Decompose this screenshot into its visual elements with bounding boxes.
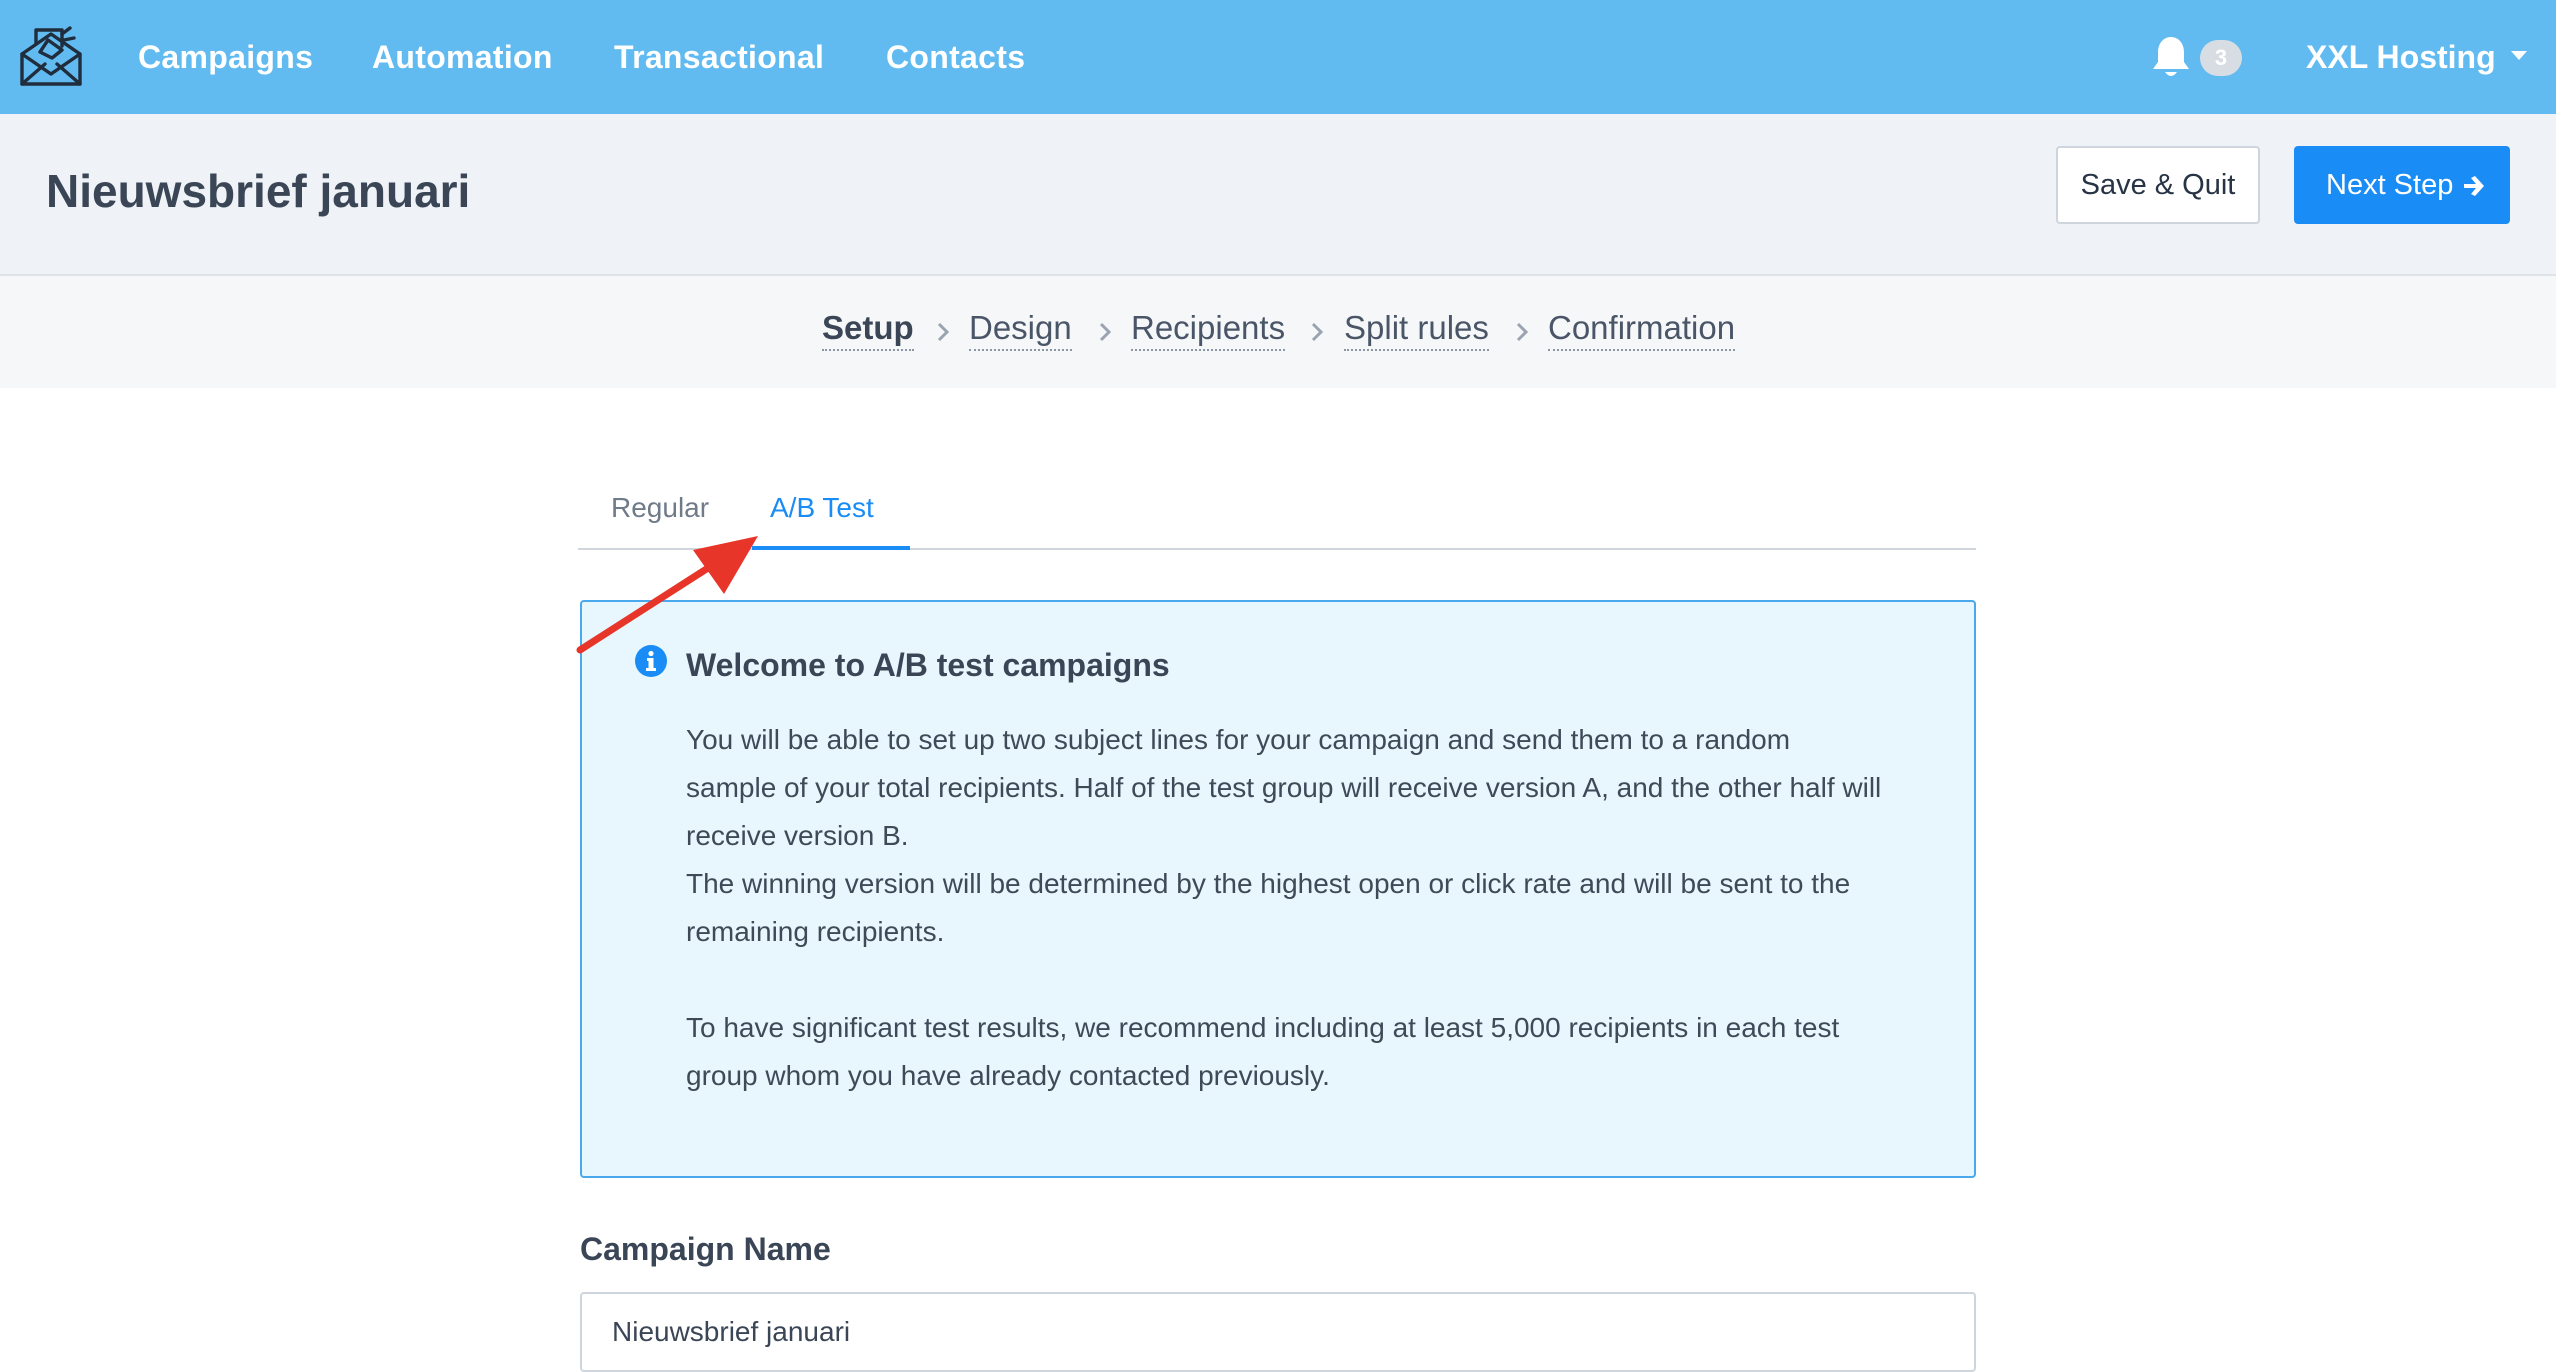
chevron-down-icon[interactable] — [2510, 50, 2528, 62]
notification-count-badge[interactable]: 3 — [2200, 40, 2242, 76]
next-step-button[interactable]: Next Step — [2294, 146, 2510, 224]
chevron-right-icon — [1311, 322, 1323, 342]
step-design[interactable]: Design — [969, 308, 1072, 351]
campaign-name-label: Campaign Name — [580, 1231, 831, 1267]
page-header: Nieuwsbrief januari Save & Quit Next Ste… — [0, 114, 2556, 276]
info-paragraph: The winning version will be determined b… — [686, 868, 1851, 947]
top-navbar: Campaigns Automation Transactional Conta… — [0, 0, 2556, 114]
chevron-right-icon — [937, 322, 949, 342]
save-quit-button[interactable]: Save & Quit — [2056, 146, 2260, 224]
step-split-rules[interactable]: Split rules — [1344, 308, 1489, 351]
chevron-right-icon — [1099, 322, 1111, 342]
chevron-right-icon — [1516, 322, 1528, 342]
tab-ab-test[interactable]: A/B Test — [770, 490, 874, 526]
nav-contacts[interactable]: Contacts — [886, 34, 1025, 80]
step-recipients[interactable]: Recipients — [1131, 308, 1286, 351]
info-paragraph: To have significant test results, we rec… — [686, 1012, 1840, 1091]
annotation-arrow — [576, 536, 758, 654]
wizard-steps: Setup Design Recipients Split rules Conf… — [0, 276, 2556, 388]
page-title: Nieuwsbrief januari — [46, 165, 471, 217]
ab-test-info-box: Welcome to A/B test campaigns You will b… — [580, 600, 1976, 1178]
step-setup[interactable]: Setup — [822, 308, 914, 351]
info-body: You will be able to set up two subject l… — [686, 716, 1886, 1100]
nav-campaigns[interactable]: Campaigns — [138, 34, 313, 80]
step-confirmation[interactable]: Confirmation — [1548, 308, 1736, 351]
next-step-label: Next Step — [2326, 169, 2454, 201]
campaign-name-input[interactable] — [580, 1292, 1976, 1372]
nav-transactional[interactable]: Transactional — [614, 34, 824, 80]
nav-automation[interactable]: Automation — [372, 34, 553, 80]
account-menu[interactable]: XXL Hosting — [2306, 34, 2496, 80]
bell-icon[interactable] — [2150, 34, 2192, 80]
arrow-right-icon — [2464, 176, 2484, 196]
envelope-megaphone-logo[interactable] — [18, 24, 84, 88]
info-paragraph: You will be able to set up two subject l… — [686, 724, 1882, 851]
